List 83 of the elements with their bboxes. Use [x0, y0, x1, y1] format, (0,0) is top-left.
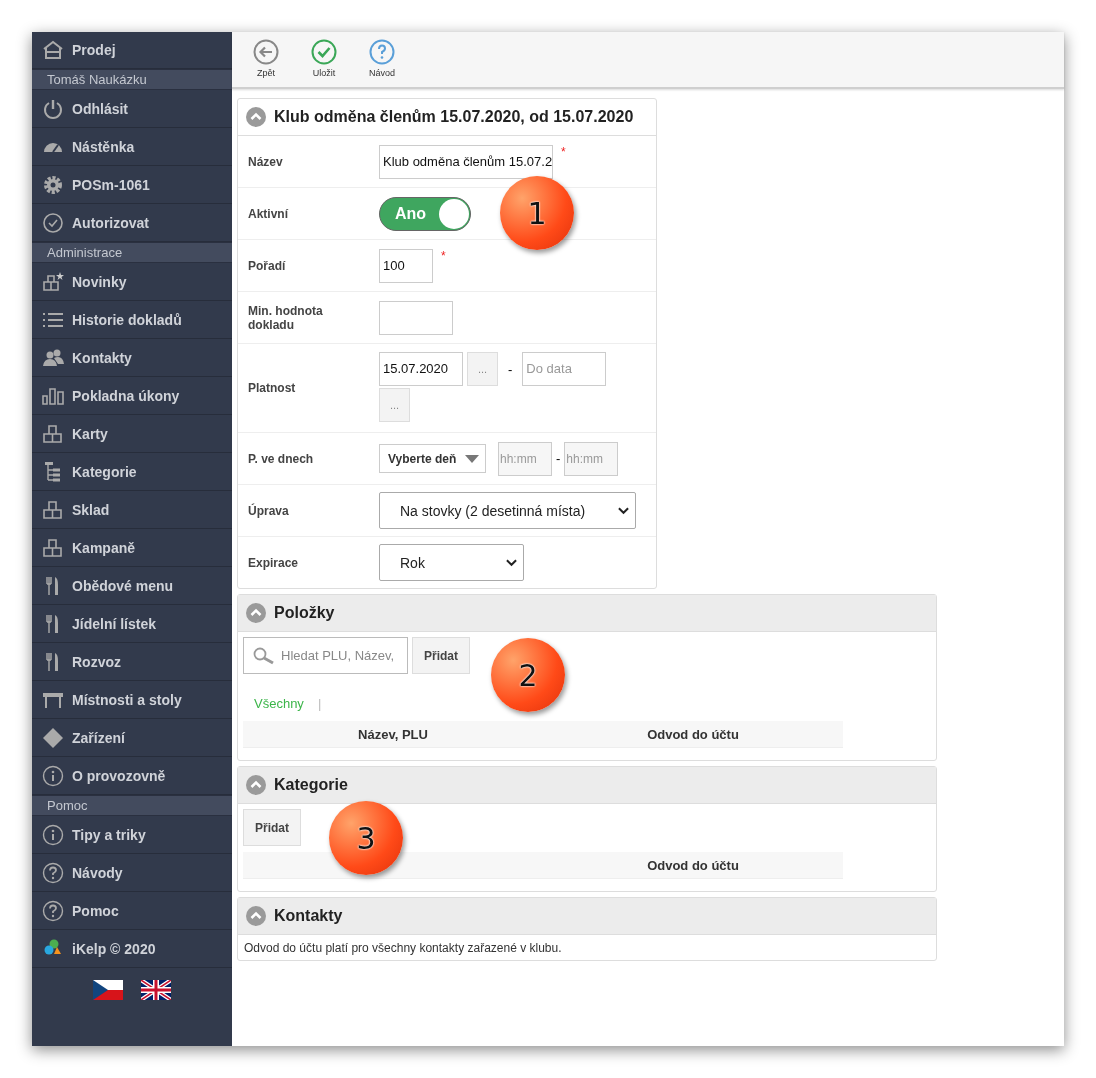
input-field[interactable]: 100 [379, 248, 433, 283]
required-mark: * [441, 248, 446, 263]
sidebar-item[interactable]: iKelp © 2020 [32, 930, 232, 968]
field-label: Platnost [247, 381, 297, 395]
sidebar-item[interactable]: POSm-1061 [32, 166, 232, 204]
back-icon [253, 39, 279, 65]
date-field[interactable]: 15.07.2020 [379, 352, 463, 386]
sidebar-item[interactable]: Sklad [32, 491, 232, 529]
sidebar-item[interactable]: Historie dokladů [32, 301, 232, 339]
sidebar-item[interactable]: Kampaně [32, 529, 232, 567]
blocks-star-icon [42, 270, 64, 293]
home-icon [42, 39, 64, 61]
range-separator: - [556, 451, 561, 466]
field-label: Expirace [247, 555, 300, 570]
field-label: P. ve dnech [247, 451, 315, 466]
chevron-down-icon [618, 506, 629, 515]
column-header: Název, PLU [357, 726, 429, 742]
search-icon [253, 646, 275, 665]
sidebar-item[interactable]: Jídelní lístek [32, 605, 232, 643]
sidebar-item[interactable]: Odhlásit [32, 90, 232, 128]
day-dropdown[interactable]: Vyberte deň [379, 444, 486, 473]
sidebar-item[interactable]: Obědové menu [32, 567, 232, 605]
info-icon [42, 823, 64, 846]
blocks-icon [42, 498, 64, 521]
blocks-icon [42, 422, 64, 445]
field-label: Pořadí [247, 258, 287, 273]
panel-title: Kategorie [274, 776, 348, 794]
select-field[interactable]: Rok [379, 544, 524, 581]
sidebar-item[interactable]: Rozvoz [32, 643, 232, 681]
sidebar-item[interactable]: Kategorie [32, 453, 232, 491]
sidebar-item[interactable]: Kontakty [32, 339, 232, 377]
collapse-icon[interactable] [246, 603, 266, 623]
column-header: Odvod do účtu [646, 726, 740, 742]
help-icon [42, 899, 64, 922]
toolbar-button[interactable]: Uložit [302, 39, 346, 78]
check-circle-icon [42, 211, 64, 234]
required-mark: * [561, 144, 566, 159]
field-label: Název [247, 154, 284, 169]
column-header: Odvod do účtu [646, 857, 740, 873]
check-icon [311, 39, 337, 65]
panel-title: Klub odměna členům 15.07.2020, od 15.07.2020 [274, 108, 634, 126]
gear-icon [42, 173, 64, 196]
add-button[interactable]: Přidat [243, 809, 301, 846]
collapse-icon[interactable] [246, 107, 266, 127]
chevron-down-icon [506, 558, 517, 567]
sidebar-heading: Administrace [32, 242, 232, 263]
input-field[interactable]: Klub odměna členům 15.07.2 [379, 144, 553, 179]
sidebar-item[interactable]: Tipy a triky [32, 816, 232, 854]
range-separator: - [508, 361, 513, 377]
info-text: Odvod do účtu platí pro všechny kontakty zařazené v klubu. [243, 940, 563, 957]
collapse-icon[interactable] [246, 775, 266, 795]
field-label: Úprava [247, 503, 290, 518]
sidebar-item[interactable]: Místnosti a stoly [32, 681, 232, 719]
search-field[interactable]: Hledat PLU, Název, [243, 637, 408, 674]
help-icon [42, 861, 64, 884]
sidebar-item[interactable]: Karty [32, 415, 232, 453]
sidebar-item[interactable]: Zařízení [32, 719, 232, 757]
field-label: Aktivní [247, 206, 289, 221]
field-label: Min. hodnota dokladu [247, 303, 324, 332]
power-icon [42, 97, 64, 120]
dropdown-caret-icon [465, 454, 479, 463]
sidebar-item[interactable]: Novinky [32, 263, 232, 301]
sidebar-item[interactable]: Pomoc [32, 892, 232, 930]
toolbar-button[interactable]: Návod [360, 39, 404, 78]
sidebar-heading: Tomáš Naukázku [32, 69, 232, 90]
sidebar-heading: Pomoc [32, 795, 232, 816]
input-field[interactable] [379, 300, 453, 335]
collapse-icon[interactable] [246, 906, 266, 926]
select-field[interactable]: Na stovky (2 desetinná místa) [379, 492, 636, 529]
toolbar-button[interactable]: Zpět [244, 39, 288, 78]
sidebar-item[interactable]: Nástěnka [32, 128, 232, 166]
diamond-icon [42, 726, 64, 749]
panel-title: Kontakty [274, 907, 343, 925]
uk-flag-icon[interactable] [141, 980, 171, 1000]
info-icon [42, 764, 64, 787]
czech-flag-icon[interactable] [93, 980, 123, 1000]
sidebar-item[interactable]: Pokladna úkony [32, 377, 232, 415]
sidebar-item[interactable]: Návody [32, 854, 232, 892]
help-icon [369, 39, 395, 65]
blocks-icon [42, 536, 64, 559]
filter-separator: | [317, 696, 322, 711]
add-button[interactable]: Přidat [412, 637, 470, 674]
panel-title: Položky [274, 604, 335, 622]
